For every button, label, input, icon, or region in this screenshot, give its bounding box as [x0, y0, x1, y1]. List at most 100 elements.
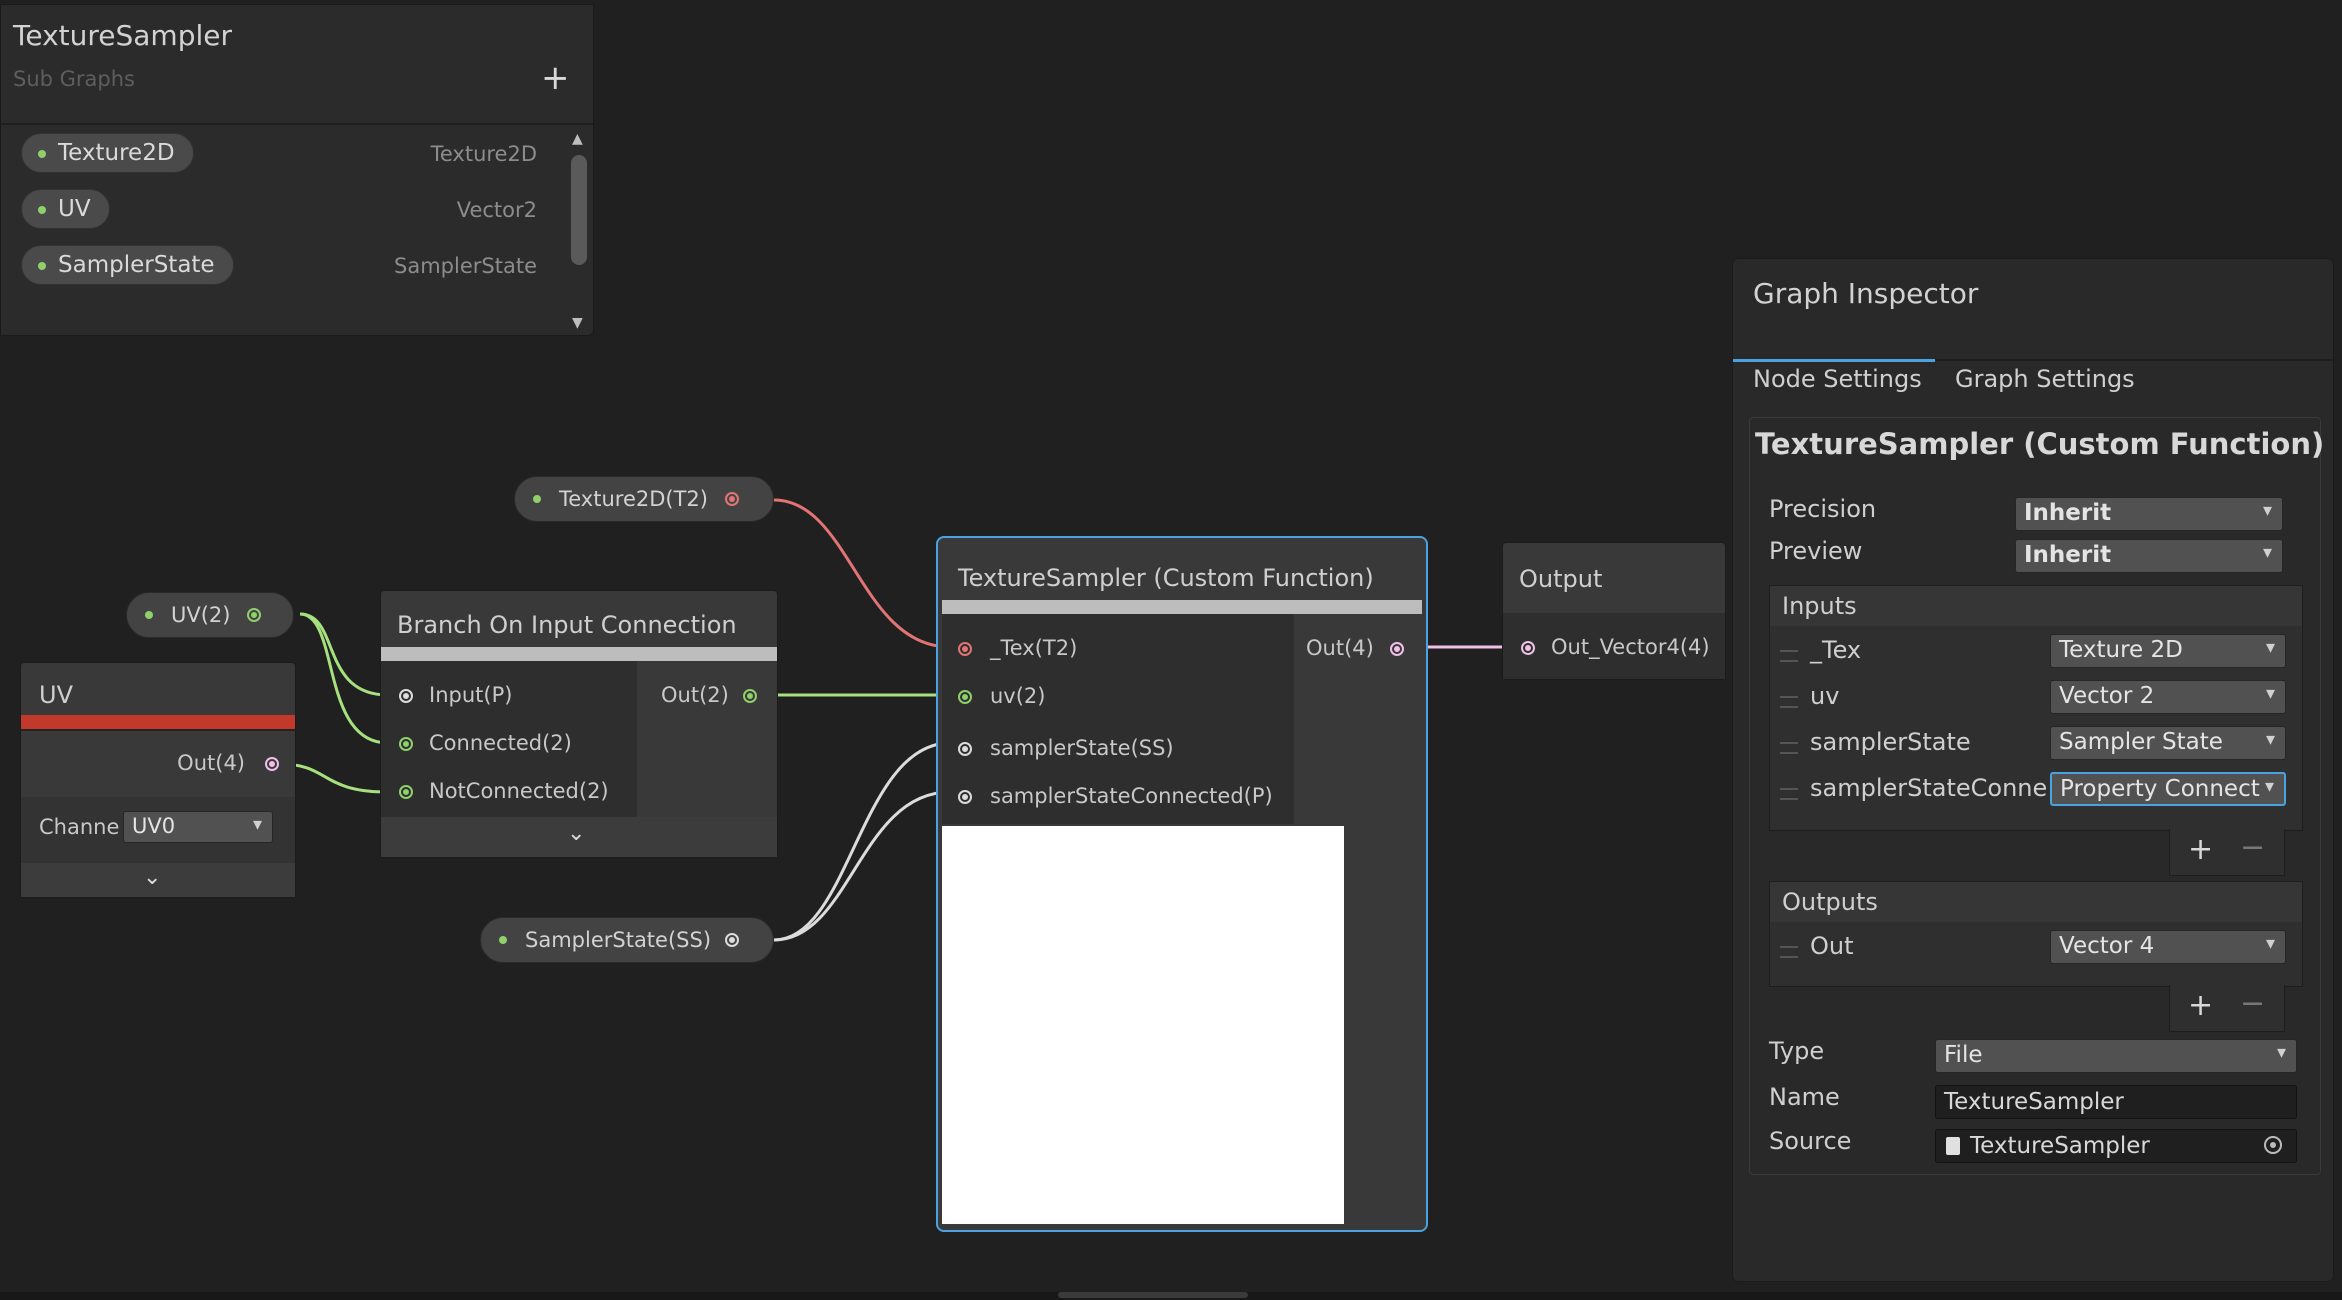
- dot-icon: [38, 206, 46, 214]
- graph-inspector-panel[interactable]: Graph Inspector Node Settings Graph Sett…: [1732, 258, 2334, 1282]
- dropdown-arrow-icon: ▾: [2264, 776, 2274, 797]
- blackboard-title: TextureSampler: [13, 19, 232, 52]
- input-port-uv: uv(2): [990, 684, 1046, 708]
- input-port-samplerstate: samplerState(SS): [990, 736, 1174, 760]
- input-type-dropdown[interactable]: Sampler State ▾: [2050, 726, 2286, 760]
- divider: [1, 123, 593, 125]
- tab-node-settings[interactable]: Node Settings: [1753, 365, 1922, 393]
- file-icon: [1946, 1137, 1960, 1155]
- source-field[interactable]: TextureSampler: [1935, 1129, 2297, 1163]
- input-port-samplerstateconnected: samplerStateConnected(P): [990, 784, 1273, 808]
- name-field[interactable]: TextureSampler: [1935, 1085, 2297, 1119]
- node-preview: [942, 826, 1344, 1224]
- property-node-label: Texture2D(T2): [559, 487, 708, 511]
- port-connector-icon[interactable]: [958, 790, 972, 804]
- input-type-value: Sampler State: [2059, 729, 2223, 755]
- inputs-header: Inputs: [1782, 592, 1857, 620]
- channel-dropdown[interactable]: UV0 ▾: [123, 811, 273, 843]
- node-expand-bar[interactable]: ⌄: [381, 817, 777, 857]
- node-settings-header: TextureSampler (Custom Function) Nod: [1755, 427, 2329, 461]
- port-connector-icon[interactable]: [265, 757, 279, 771]
- uv-node[interactable]: UV Out(4) Channe UV0 ▾ ⌄: [20, 662, 296, 898]
- node-title: Output: [1519, 565, 1603, 593]
- chevron-down-icon[interactable]: ⌄: [143, 865, 161, 890]
- output-type-value: Vector 4: [2059, 933, 2155, 959]
- scroll-down-icon[interactable]: ▼: [572, 315, 583, 331]
- port-connector-icon[interactable]: [1521, 641, 1535, 655]
- uv-out-port-label: Out(4): [177, 751, 245, 775]
- port-connector-icon[interactable]: [743, 689, 757, 703]
- input-row-name: samplerStateConnec: [1810, 774, 2046, 802]
- horizontal-scrollbar[interactable]: [1058, 1292, 1248, 1298]
- chevron-down-icon[interactable]: ⌄: [567, 821, 585, 846]
- precision-label: Precision: [1769, 495, 1877, 523]
- blackboard-property-texture2d[interactable]: Texture2D: [21, 133, 194, 173]
- property-node-texture2d[interactable]: Texture2D(T2): [514, 476, 774, 522]
- port-connector-icon[interactable]: [725, 492, 739, 506]
- object-picker-icon[interactable]: [2264, 1136, 2282, 1154]
- property-name: SamplerState: [58, 252, 215, 278]
- plus-icon[interactable]: +: [2188, 835, 2213, 865]
- node-title: TextureSampler (Custom Function): [958, 564, 1374, 592]
- channel-label: Channe: [39, 815, 120, 839]
- property-node-samplerstate[interactable]: SamplerState(SS): [480, 917, 774, 963]
- property-type: SamplerState: [394, 254, 537, 278]
- port-connector-icon[interactable]: [958, 642, 972, 656]
- dropdown-arrow-icon: ▾: [2262, 500, 2272, 521]
- port-connector-icon[interactable]: [247, 608, 261, 622]
- tab-graph-settings[interactable]: Graph Settings: [1955, 365, 2135, 393]
- output-type-dropdown[interactable]: Vector 4 ▾: [2050, 930, 2286, 964]
- branch-input-port: Input(P): [429, 683, 513, 707]
- input-type-dropdown[interactable]: Texture 2D ▾: [2050, 634, 2286, 668]
- dot-icon: [38, 262, 46, 270]
- port-connector-icon[interactable]: [399, 737, 413, 751]
- type-dropdown[interactable]: File ▾: [1935, 1039, 2297, 1073]
- scrollbar-thumb[interactable]: [571, 155, 587, 265]
- dot-icon: [38, 150, 46, 158]
- node-title: UV: [39, 681, 73, 709]
- dropdown-arrow-icon: ▾: [2276, 1042, 2286, 1063]
- output-node[interactable]: Output Out_Vector4(4): [1502, 542, 1726, 680]
- property-type: Texture2D: [430, 142, 537, 166]
- port-connector-icon[interactable]: [399, 785, 413, 799]
- dot-icon: [499, 936, 507, 944]
- inputs-add-remove-bar: + −: [2169, 829, 2285, 876]
- source-value: TextureSampler: [1970, 1133, 2150, 1159]
- blackboard-property-uv[interactable]: UV: [21, 189, 110, 229]
- input-type-dropdown[interactable]: Vector 2 ▾: [2050, 680, 2286, 714]
- port-connector-icon[interactable]: [1390, 642, 1404, 656]
- branch-notconnected-port: NotConnected(2): [429, 779, 609, 803]
- preview-dropdown[interactable]: Inherit ▾: [2015, 539, 2283, 573]
- tab-active-indicator: [1733, 359, 1935, 362]
- precision-dropdown[interactable]: Inherit ▾: [2015, 497, 2283, 531]
- port-connector-icon[interactable]: [399, 689, 413, 703]
- inspector-title: Graph Inspector: [1753, 277, 1979, 310]
- drag-handle-icon[interactable]: [1780, 650, 1798, 662]
- branch-on-input-connection-node[interactable]: Branch On Input Connection Input(P) Conn…: [380, 590, 778, 858]
- dot-icon: [533, 495, 541, 503]
- plus-icon[interactable]: +: [2188, 991, 2213, 1021]
- port-connector-icon[interactable]: [958, 742, 972, 756]
- port-connector-icon[interactable]: [958, 690, 972, 704]
- blackboard-property-samplerstate[interactable]: SamplerState: [21, 245, 234, 285]
- plus-icon[interactable]: +: [541, 61, 570, 95]
- preview-label: Preview: [1769, 537, 1863, 565]
- type-value: File: [1944, 1042, 1983, 1068]
- minus-icon[interactable]: −: [2240, 833, 2265, 863]
- input-type-dropdown[interactable]: Property Connect ▾: [2050, 772, 2286, 806]
- custom-function-node[interactable]: TextureSampler (Custom Function) _Tex(T2…: [936, 536, 1428, 1232]
- drag-handle-icon[interactable]: [1780, 788, 1798, 800]
- drag-handle-icon[interactable]: [1780, 696, 1798, 708]
- inputs-list: Inputs _Tex Texture 2D ▾ uv Vector 2 ▾ s…: [1769, 585, 2303, 831]
- drag-handle-icon[interactable]: [1780, 946, 1798, 958]
- node-expand-bar[interactable]: ⌄: [21, 863, 295, 897]
- scroll-up-icon[interactable]: ▲: [572, 131, 583, 147]
- blackboard-panel[interactable]: TextureSampler Sub Graphs + Texture2D Te…: [0, 4, 594, 336]
- input-row-name: samplerState: [1810, 728, 1971, 756]
- drag-handle-icon[interactable]: [1780, 742, 1798, 754]
- minus-icon[interactable]: −: [2240, 989, 2265, 1019]
- port-connector-icon[interactable]: [725, 933, 739, 947]
- branch-out-port: Out(2): [661, 683, 729, 707]
- uv-node-settings: Channe UV0 ▾: [21, 797, 295, 863]
- property-node-uv[interactable]: UV(2): [126, 592, 294, 638]
